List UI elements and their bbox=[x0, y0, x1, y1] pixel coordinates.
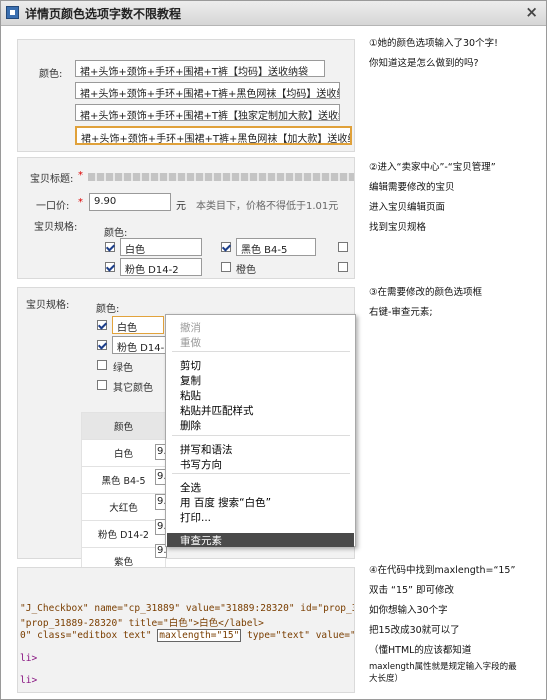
required-mark: * bbox=[78, 197, 83, 208]
context-menu: 撤消 重做 剪切 复制 粘贴 粘贴并匹配样式 删除 拼写和语法 书写方向 全选 … bbox=[165, 314, 356, 547]
spec-label: 宝贝规格: bbox=[26, 300, 70, 311]
price-hint: 本类目下，价格不得低于1.01元 bbox=[196, 201, 339, 212]
note-line: ④在代码中找到maxlength=“15” bbox=[369, 565, 516, 576]
color-checkbox[interactable] bbox=[97, 380, 107, 390]
menu-item-search[interactable]: 用 百度 搜索“白色” bbox=[180, 495, 271, 510]
title-bar: 详情页颜色选项字数不限教程 × bbox=[1, 1, 546, 26]
code-line: li> bbox=[20, 653, 38, 664]
menu-item-paste[interactable]: 粘贴 bbox=[180, 388, 201, 403]
menu-item-spelling[interactable]: 拼写和语法 bbox=[180, 442, 233, 457]
note-line: ②进入“卖家中心”-“宝贝管理” bbox=[369, 162, 496, 173]
color-input-active[interactable]: 白色 bbox=[112, 316, 164, 334]
menu-item-redo[interactable]: 重做 bbox=[180, 335, 201, 350]
note-line: 你知道这是怎么做到的吗? bbox=[369, 58, 479, 69]
note-line: 如你想输入30个字 bbox=[369, 605, 448, 616]
note-line: 把15改成30就可以了 bbox=[369, 625, 460, 636]
note-line: 双击 “15” 即可修改 bbox=[369, 585, 454, 596]
menu-item-writing-direction[interactable]: 书写方向 bbox=[180, 457, 222, 472]
table-cell: 大红色 bbox=[81, 493, 166, 521]
color-option-input[interactable]: 裙+头饰+颈饰+手环+围裙+T裤【独家定制加大款】送收纳袋 bbox=[75, 104, 340, 121]
note-line: （懂HTML的应该都知道 bbox=[369, 645, 472, 656]
color-input[interactable]: 白色 bbox=[120, 238, 202, 256]
color-group-label: 颜色: bbox=[96, 304, 120, 315]
table-header: 颜色 bbox=[81, 412, 166, 440]
table-cell: 粉色 D14-2 bbox=[81, 520, 166, 548]
menu-item-label: 审查元素 bbox=[180, 535, 222, 547]
price-input[interactable]: 9.90 bbox=[89, 193, 171, 211]
color-option-label: 橙色 bbox=[236, 265, 256, 276]
color-checkbox[interactable] bbox=[97, 320, 107, 330]
code-fragment: 0" class="editbox text" bbox=[20, 630, 158, 641]
color-checkbox[interactable] bbox=[97, 340, 107, 350]
devtools-code-panel: "J_Checkbox" name="cp_31889" value="3188… bbox=[17, 567, 355, 693]
color-option-input[interactable]: 裙+头饰+颈饰+手环+围裙+T裤【均码】送收纳袋 bbox=[75, 60, 325, 77]
table-cell: 黑色 B4-5 bbox=[81, 466, 166, 494]
menu-item-cut[interactable]: 剪切 bbox=[180, 358, 201, 373]
color-checkbox[interactable] bbox=[338, 262, 348, 272]
spec-label: 宝贝规格: bbox=[34, 222, 78, 233]
note-line: 找到宝贝规格 bbox=[369, 222, 427, 233]
panel-item-edit: 宝贝标题: * 一口价: * 9.90 元 本类目下，价格不得低于1.01元 宝… bbox=[17, 157, 355, 279]
code-line: "J_Checkbox" name="cp_31889" value="3188… bbox=[20, 603, 355, 614]
code-fragment: type="text" value="白色 bbox=[247, 630, 354, 641]
color-option-label: 其它颜色 bbox=[113, 383, 153, 394]
color-input[interactable]: 粉色 D14-2 bbox=[120, 258, 202, 276]
color-option-input-focused[interactable]: 裙+头饰+颈饰+手环+围裙+T裤+黑色网袜【加大款】送收纳袋 bbox=[75, 126, 352, 145]
color-checkbox[interactable] bbox=[338, 242, 348, 252]
menu-item-paste-match-style[interactable]: 粘贴并匹配样式 bbox=[180, 403, 254, 418]
menu-separator bbox=[172, 351, 350, 352]
note-line: 右键-审查元素; bbox=[369, 307, 433, 318]
code-line: 0" class="editbox text" maxlength="15" t… bbox=[20, 627, 354, 642]
menu-item-delete[interactable]: 删除 bbox=[180, 418, 201, 433]
note-line: maxlength属性就是规定输入字段的最 bbox=[369, 662, 517, 672]
window-title: 详情页颜色选项字数不限教程 bbox=[25, 7, 182, 21]
note-step-2: ②进入“卖家中心”-“宝贝管理” 编辑需要修改的宝贝 进入宝贝编辑页面 找到宝贝… bbox=[369, 158, 496, 238]
color-checkbox[interactable] bbox=[105, 262, 115, 272]
color-checkbox[interactable] bbox=[97, 360, 107, 370]
note-line: ①她的颜色选项输入了30个字! bbox=[369, 38, 498, 49]
color-group-label: 颜色: bbox=[104, 228, 128, 239]
note-step-1: ①她的颜色选项输入了30个字! 你知道这是怎么做到的吗? bbox=[369, 34, 498, 74]
color-label: 颜色: bbox=[39, 69, 63, 80]
required-mark: * bbox=[78, 170, 83, 181]
price-unit: 元 bbox=[176, 201, 186, 212]
note-step-3: ③在需要修改的颜色选项框 右键-审查元素; bbox=[369, 283, 482, 323]
color-input[interactable]: 黑色 B4-5 bbox=[236, 238, 316, 256]
menu-item-copy[interactable]: 复制 bbox=[180, 373, 201, 388]
color-checkbox[interactable] bbox=[105, 242, 115, 252]
app-icon bbox=[6, 6, 19, 19]
color-checkbox[interactable] bbox=[221, 262, 231, 272]
menu-item-print[interactable]: 打印... bbox=[180, 510, 211, 525]
note-line: 进入宝贝编辑页面 bbox=[369, 202, 446, 213]
color-input[interactable]: 粉色 D14-2 bbox=[112, 336, 166, 354]
sku-table: 颜色 白色 黑色 B4-5 大红色 粉色 D14-2 紫色 bbox=[81, 412, 166, 575]
item-title-label: 宝贝标题: bbox=[30, 174, 74, 185]
menu-separator bbox=[172, 473, 350, 474]
menu-item-inspect-element[interactable]: 审查元素 bbox=[167, 533, 354, 547]
color-option-label: 绿色 bbox=[113, 363, 133, 374]
table-cell: 白色 bbox=[81, 439, 166, 467]
code-line: li> bbox=[20, 675, 38, 686]
note-step-4: ④在代码中找到maxlength=“15” 双击 “15” 即可修改 如你想输入… bbox=[369, 561, 517, 685]
item-title-field-blurred[interactable] bbox=[88, 173, 354, 181]
panel-color-options: 颜色: 裙+头饰+颈饰+手环+围裙+T裤【均码】送收纳袋 裙+头饰+颈饰+手环+… bbox=[17, 39, 355, 152]
tutorial-window: 详情页颜色选项字数不限教程 × 颜色: 裙+头饰+颈饰+手环+围裙+T裤【均码】… bbox=[0, 0, 547, 700]
note-line: ③在需要修改的颜色选项框 bbox=[369, 287, 483, 298]
menu-item-select-all[interactable]: 全选 bbox=[180, 480, 201, 495]
price-label: 一口价: bbox=[36, 201, 70, 212]
color-option-input[interactable]: 裙+头饰+颈饰+手环+围裙+T裤+黑色网袜【均码】送收纳袋 bbox=[75, 82, 340, 99]
note-line: 编辑需要修改的宝贝 bbox=[369, 182, 455, 193]
color-checkbox[interactable] bbox=[221, 242, 231, 252]
menu-item-undo[interactable]: 撤消 bbox=[180, 320, 201, 335]
menu-separator bbox=[172, 435, 350, 436]
maxlength-attribute[interactable]: maxlength="15" bbox=[157, 629, 242, 642]
note-line: 大长度） bbox=[369, 674, 404, 684]
close-button[interactable]: × bbox=[525, 3, 538, 21]
